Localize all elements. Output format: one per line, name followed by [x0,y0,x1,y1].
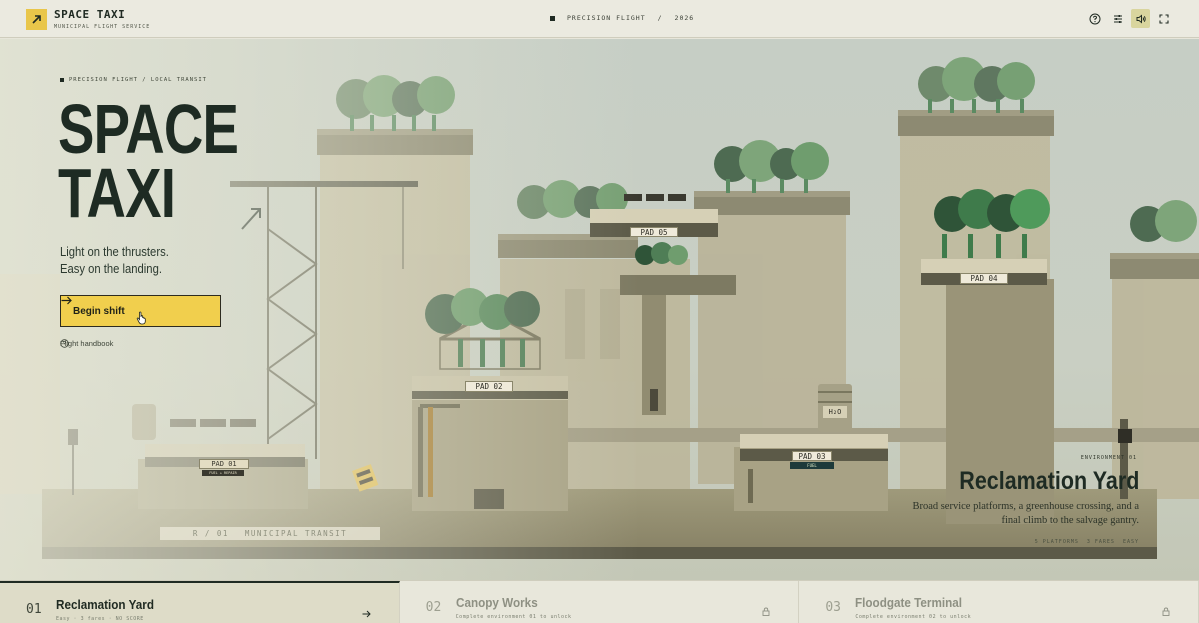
route-name: MUNICIPAL TRANSIT [244,529,348,538]
pad-01-platform [132,404,308,509]
lock-icon [762,601,770,620]
pad-03-sublabel: FUEL [790,462,834,469]
environment-title: Reclamation Yard [958,467,1139,495]
tagline-line-1: Light on the thrusters. [60,245,169,259]
stat-platforms: 5 PLATFORMS [1034,539,1079,545]
pad-05-label: PAD 05 [630,227,678,237]
breadcrumb-text: PRECISION FLIGHT / LOCAL TRANSIT [69,77,207,83]
title-line-2: TAXI [58,154,176,232]
water-tank-label: H₂O [823,406,847,418]
top-icon-group [1085,9,1173,28]
environment-label: ENVIRONMENT 01 [1080,455,1137,461]
begin-shift-label: Begin shift [73,305,125,317]
flight-handbook-link[interactable]: Flight handbook [60,339,113,348]
header-meta: PRECISION FLIGHT / 2026 [550,14,694,22]
stat-fares: 3 FARES [1086,539,1115,545]
pad-03-label: PAD 03 [792,451,832,461]
header-meta-left: PRECISION FLIGHT [567,14,646,22]
pad-01-label: PAD 01 [199,459,249,469]
tab-subtitle: Easy · 3 fares · NO SCORE [56,616,144,622]
tab-reclamation-yard[interactable]: 01 Reclamation Yard Easy · 3 fares · NO … [0,581,400,623]
stat-difficulty: EASY [1122,539,1139,545]
tab-name: Canopy Works [455,595,538,610]
page-title: SPACE TAXI [58,90,239,232]
brand-title: SPACE TAXI [54,8,126,21]
environment-tabs: 01 Reclamation Yard Easy · 3 fares · NO … [0,580,1199,623]
arrow-right-icon [362,603,371,622]
settings-sliders-icon[interactable] [1108,9,1127,28]
pad-01-sublabel: FUEL + REPAIR [202,470,244,476]
route-code: R / 01 [192,529,229,538]
top-bar: SPACE TAXI MUNICIPAL FLIGHT SERVICE PREC… [0,0,1199,38]
environment-description: Broad service platforms, a greenhouse cr… [912,501,1139,526]
launch-arrow-icon [241,208,261,230]
tab-number: 03 [825,600,841,615]
square-bullet-icon [60,78,64,82]
pad-04-label: PAD 04 [960,273,1008,284]
pad-02-label: PAD 02 [465,381,513,392]
tagline: Light on the thrusters. Easy on the land… [60,244,169,278]
tab-name: Floodgate Terminal [855,595,963,610]
tab-subtitle: Complete environment 01 to unlock [455,614,572,620]
arrow-right-icon [61,296,72,305]
header-meta-year: 2026 [674,14,695,22]
tab-number: 01 [26,602,42,617]
lock-icon [1162,601,1170,620]
brand-subtitle: MUNICIPAL FLIGHT SERVICE [54,24,151,30]
square-bullet-icon [550,15,555,21]
tab-number: 02 [425,600,442,615]
breadcrumb: PRECISION FLIGHT / LOCAL TRANSIT [60,77,207,83]
environment-stats: 5 PLATFORMS 3 FARES EASY [1035,539,1139,545]
tab-canopy-works[interactable]: 02 Canopy Works Complete environment 01 … [400,581,800,623]
game-scene[interactable]: PAD 01 FUEL + REPAIR PAD 02 PAD 03 FUEL … [0,39,1199,580]
route-indicator: R / 01 MUNICIPAL TRANSIT [160,527,380,540]
help-circle-icon [60,339,69,348]
sound-on-icon[interactable] [1131,9,1150,28]
tab-subtitle: Complete environment 02 to unlock [855,614,972,620]
tab-name: Reclamation Yard [56,597,154,612]
tab-floodgate-terminal[interactable]: 03 Floodgate Terminal Complete environme… [799,581,1199,623]
fullscreen-icon[interactable] [1154,9,1173,28]
help-icon[interactable] [1085,9,1104,28]
title-line-1: SPACE [58,90,239,168]
header-meta-separator: / [657,14,663,22]
logo-arrow-icon[interactable] [26,9,47,30]
tagline-line-2: Easy on the landing. [60,262,162,276]
